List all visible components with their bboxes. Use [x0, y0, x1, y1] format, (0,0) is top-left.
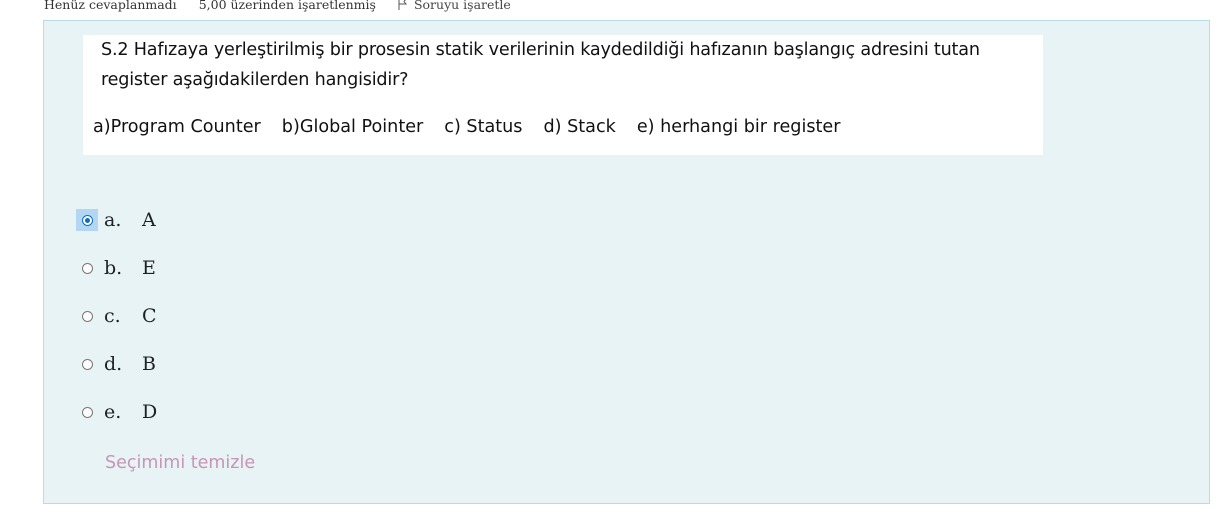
question-choice: e) herhangi bir register — [636, 117, 841, 137]
question-formulation: S.2 Hafızaya yerleştirilmiş bir prosesin… — [43, 20, 1210, 504]
answer-text: D — [142, 401, 158, 423]
question-choice: d) Stack — [543, 117, 616, 137]
question-text-line-1: S.2 Hafızaya yerleştirilmiş bir prosesin… — [101, 40, 980, 60]
clear-choice-link[interactable]: Seçimimi temizle — [105, 453, 255, 473]
answer-letter: b. — [104, 257, 123, 279]
answer-text: C — [142, 305, 157, 327]
answer-text: E — [142, 257, 156, 279]
answer-letter: d. — [104, 353, 123, 375]
answer-option-a[interactable]: a. A — [76, 207, 156, 233]
answer-option-e[interactable]: e. D — [76, 399, 157, 425]
radio-button-a[interactable] — [81, 214, 93, 226]
answer-option-b[interactable]: b. E — [76, 255, 156, 281]
question-choice: a)Program Counter — [93, 117, 261, 137]
question-choice: c) Status — [444, 117, 523, 137]
answer-letter: e. — [104, 401, 122, 423]
radio-button-e[interactable] — [81, 406, 93, 418]
answer-text: B — [142, 353, 156, 375]
flag-icon — [398, 0, 407, 10]
answer-option-c[interactable]: c. C — [76, 303, 157, 329]
question-mark: 5,00 üzerinden işaretlenmiş — [198, 0, 376, 12]
question-text-line-2: register aşağıdakilerden hangisidir? — [101, 70, 409, 90]
answer-option-d[interactable]: d. B — [76, 351, 156, 377]
flag-question-label: Soruyu işaretle — [413, 0, 511, 12]
question-choices: a)Program Counter b)Global Pointer c) St… — [93, 117, 861, 139]
answer-letter: c. — [104, 305, 121, 327]
question-info-bar: Henüz cevaplanmadı 5,00 üzerinden işaret… — [44, 0, 511, 13]
answer-letter: a. — [104, 209, 122, 231]
question-status: Henüz cevaplanmadı — [44, 0, 177, 12]
question-choice: b)Global Pointer — [281, 117, 424, 137]
answer-text: A — [142, 209, 156, 231]
question-image: S.2 Hafızaya yerleştirilmiş bir prosesin… — [83, 35, 1043, 155]
flag-question-link[interactable]: Soruyu işaretle — [398, 0, 511, 12]
radio-button-b[interactable] — [81, 262, 93, 274]
radio-button-c[interactable] — [81, 310, 93, 322]
radio-button-d[interactable] — [81, 358, 93, 370]
